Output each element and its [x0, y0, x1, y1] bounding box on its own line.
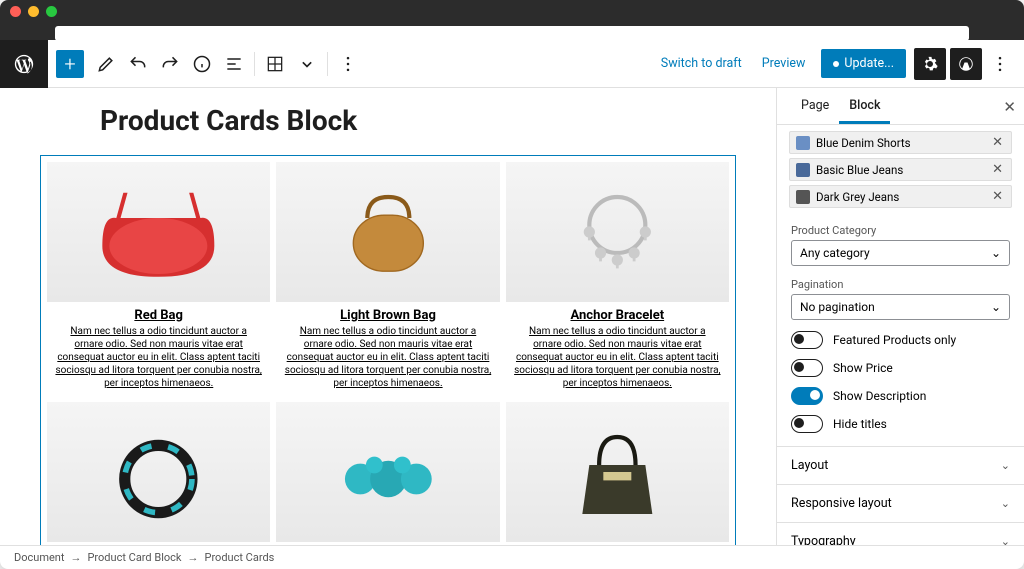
- settings-icon[interactable]: [914, 48, 946, 80]
- switch-to-draft-button[interactable]: Switch to draft: [651, 50, 752, 77]
- toggle-hide-titles[interactable]: [791, 415, 823, 433]
- product-card[interactable]: [506, 402, 729, 542]
- breadcrumb-item[interactable]: Product Cards: [205, 551, 275, 564]
- pill-label: Blue Denim Shorts: [816, 136, 911, 150]
- toggle-label: Hide titles: [833, 417, 887, 431]
- pagination-label: Pagination: [791, 278, 1010, 291]
- product-description: Nam nec tellus a odio tincidunt auctor a…: [47, 325, 270, 396]
- more-toolbar-icon[interactable]: [984, 48, 1016, 80]
- selected-product-pill: Dark Grey Jeans ✕: [789, 185, 1012, 208]
- category-label: Product Category: [791, 224, 1010, 237]
- product-image: [276, 162, 499, 302]
- product-title: Red Bag: [47, 302, 270, 325]
- page-title[interactable]: Product Cards Block: [100, 104, 736, 137]
- update-button[interactable]: Update...: [821, 49, 906, 78]
- product-description: Nam nec tellus a odio tincidunt auctor a…: [506, 325, 729, 396]
- pagination-select[interactable]: No pagination⌄: [791, 294, 1010, 320]
- swatch-icon: [796, 163, 810, 177]
- more-options-icon[interactable]: [332, 48, 364, 80]
- breadcrumb-item[interactable]: Document: [14, 551, 64, 564]
- product-card[interactable]: Light Brown Bag Nam nec tellus a odio ti…: [276, 162, 499, 396]
- chevron-down-icon: ⌄: [1001, 497, 1010, 510]
- undo-icon[interactable]: [122, 48, 154, 80]
- close-sidebar-icon[interactable]: ✕: [1003, 98, 1016, 116]
- outline-icon[interactable]: [218, 48, 250, 80]
- remove-pill-icon[interactable]: ✕: [990, 162, 1005, 177]
- remove-pill-icon[interactable]: ✕: [990, 135, 1005, 150]
- browser-url-bar: [0, 22, 1024, 40]
- wordpress-logo[interactable]: [0, 40, 48, 88]
- edit-tool-icon[interactable]: [90, 48, 122, 80]
- info-icon[interactable]: [186, 48, 218, 80]
- toggle-description[interactable]: [791, 387, 823, 405]
- pill-label: Basic Blue Jeans: [816, 163, 903, 177]
- grid-icon[interactable]: [259, 48, 291, 80]
- tab-block[interactable]: Block: [839, 88, 890, 124]
- toggle-label: Show Price: [833, 361, 893, 375]
- product-image: [506, 402, 729, 542]
- product-image: [276, 402, 499, 542]
- breadcrumb: Document → Product Card Block → Product …: [0, 545, 1024, 569]
- product-card[interactable]: [47, 402, 270, 542]
- pill-label: Dark Grey Jeans: [816, 190, 899, 204]
- panel-responsive[interactable]: Responsive layout⌄: [777, 484, 1024, 522]
- preview-button[interactable]: Preview: [752, 50, 816, 77]
- window-title-bar: [0, 0, 1024, 22]
- chevron-down-icon[interactable]: [291, 48, 323, 80]
- panel-typography[interactable]: Typography⌄: [777, 522, 1024, 545]
- selected-product-pill: Basic Blue Jeans ✕: [789, 158, 1012, 181]
- product-cards-block[interactable]: Red Bag Nam nec tellus a odio tincidunt …: [40, 155, 736, 545]
- chevron-down-icon: ⌄: [1001, 459, 1010, 472]
- url-input[interactable]: [55, 26, 969, 41]
- window-minimize-icon[interactable]: [28, 6, 39, 17]
- chevron-down-icon: ⌄: [1001, 535, 1010, 545]
- settings-sidebar: Page Block ✕ Blue Denim Shorts ✕ Basic B…: [776, 88, 1024, 545]
- chevron-down-icon: ⌄: [991, 300, 1001, 314]
- chevron-down-icon: ⌄: [991, 246, 1001, 260]
- plugin-icon[interactable]: [950, 48, 982, 80]
- product-card[interactable]: Red Bag Nam nec tellus a odio tincidunt …: [47, 162, 270, 396]
- selected-product-pill: Blue Denim Shorts ✕: [789, 131, 1012, 154]
- window-close-icon[interactable]: [10, 6, 21, 17]
- product-title: Anchor Bracelet: [506, 302, 729, 325]
- panel-layout[interactable]: Layout⌄: [777, 446, 1024, 484]
- window-zoom-icon[interactable]: [46, 6, 57, 17]
- category-select[interactable]: Any category⌄: [791, 240, 1010, 266]
- product-description: Nam nec tellus a odio tincidunt auctor a…: [276, 325, 499, 396]
- product-title: Light Brown Bag: [276, 302, 499, 325]
- redo-icon[interactable]: [154, 48, 186, 80]
- product-image: [47, 162, 270, 302]
- remove-pill-icon[interactable]: ✕: [990, 189, 1005, 204]
- toggle-label: Featured Products only: [833, 333, 956, 347]
- swatch-icon: [796, 136, 810, 150]
- breadcrumb-item[interactable]: Product Card Block: [87, 551, 181, 564]
- tab-page[interactable]: Page: [791, 88, 839, 124]
- product-image: [506, 162, 729, 302]
- product-card[interactable]: Anchor Bracelet Nam nec tellus a odio ti…: [506, 162, 729, 396]
- add-block-button[interactable]: +: [56, 50, 84, 78]
- toggle-price[interactable]: [791, 359, 823, 377]
- toggle-featured[interactable]: [791, 331, 823, 349]
- product-card[interactable]: [276, 402, 499, 542]
- editor-canvas[interactable]: Product Cards Block Red Bag Nam nec tell…: [0, 88, 776, 545]
- swatch-icon: [796, 190, 810, 204]
- toggle-label: Show Description: [833, 389, 926, 403]
- product-image: [47, 402, 270, 542]
